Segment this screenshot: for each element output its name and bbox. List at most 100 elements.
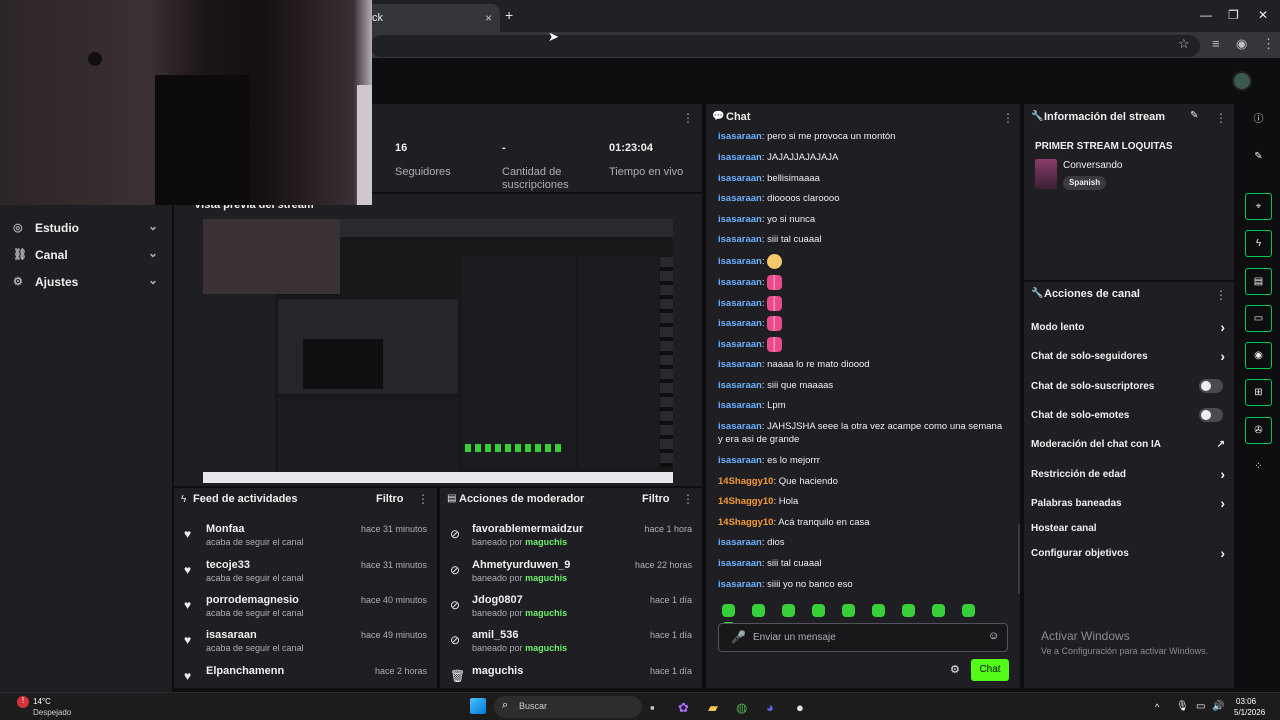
- new-tab-button[interactable]: +: [505, 7, 513, 23]
- chat-scrollbar[interactable]: [1018, 524, 1020, 594]
- chat-username[interactable]: 14Shaggy10: [718, 517, 773, 528]
- pencil-icon[interactable]: ✎: [1245, 144, 1272, 171]
- bookmark-star-icon[interactable]: ☆: [1178, 36, 1190, 52]
- sidebar-item-estudio[interactable]: ◎ Estudio ⌄: [0, 215, 172, 242]
- moderator-name[interactable]: maguchis: [525, 643, 567, 653]
- list-item[interactable]: ♥ tecoje33 acaba de seguir el canal hace…: [174, 559, 437, 589]
- microphone-icon[interactable]: 🎤: [731, 630, 746, 644]
- network-icon[interactable]: ▭: [1196, 701, 1205, 712]
- chat-username[interactable]: isasaraan: [718, 339, 762, 350]
- address-bar[interactable]: [370, 35, 1200, 57]
- taskbar-search-box[interactable]: ⌕ Buscar: [494, 696, 642, 718]
- emote-button[interactable]: [812, 604, 825, 617]
- chat-input[interactable]: 🎤 Enviar un mensaje ☺: [718, 623, 1008, 652]
- more-options-icon[interactable]: ⋮: [682, 111, 694, 125]
- chat-username[interactable]: isasaraan: [718, 173, 762, 184]
- activity-filter-button[interactable]: Filtro: [376, 493, 404, 505]
- chat-username[interactable]: isasaraan: [718, 359, 762, 370]
- stream-preview-video[interactable]: [203, 219, 673, 483]
- microphone-tray-icon[interactable]: 🎙: [1176, 701, 1189, 712]
- list-item[interactable]: 🗑 maguchis hace 1 día: [440, 665, 702, 688]
- document-icon[interactable]: ▤: [1245, 268, 1272, 295]
- browser-tab[interactable]: ck ×: [360, 4, 500, 32]
- more-options-icon[interactable]: ⋮: [417, 492, 429, 506]
- list-item[interactable]: ♥ Monfaa acaba de seguir el canal hace 3…: [174, 523, 437, 553]
- chat-username[interactable]: isasaraan: [718, 214, 762, 225]
- close-window-button[interactable]: ✕: [1258, 8, 1268, 22]
- obs-icon[interactable]: ●: [796, 700, 804, 715]
- avatar[interactable]: [1232, 71, 1252, 91]
- moderator-name[interactable]: maguchis: [525, 608, 567, 618]
- chat-username[interactable]: isasaraan: [718, 380, 762, 391]
- chat-username[interactable]: isasaraan: [718, 318, 762, 329]
- volume-icon[interactable]: 🔊: [1212, 701, 1224, 712]
- tab-close-icon[interactable]: ×: [485, 11, 492, 25]
- chat-bubble-icon[interactable]: ▭: [1245, 305, 1272, 332]
- emote-button[interactable]: [932, 604, 945, 617]
- chat-username[interactable]: isasaraan: [718, 455, 762, 466]
- action-age-restriction[interactable]: Restricción de edad ›: [1031, 466, 1231, 482]
- chat-username[interactable]: isasaraan: [718, 558, 762, 569]
- weather-alert-icon[interactable]: !: [17, 696, 29, 708]
- emote-button[interactable]: [872, 604, 885, 617]
- emote-button[interactable]: [902, 604, 915, 617]
- lightning-icon[interactable]: ϟ: [1245, 230, 1272, 257]
- reading-list-icon[interactable]: ≡: [1212, 36, 1220, 51]
- maximize-button[interactable]: ❐: [1228, 8, 1239, 22]
- more-options-icon[interactable]: ⋮: [1215, 288, 1227, 302]
- stream-category[interactable]: Conversando: [1063, 160, 1122, 171]
- chat-settings-gear-icon[interactable]: ⚙: [950, 663, 960, 676]
- discord-icon[interactable]: ◕: [766, 700, 774, 715]
- sidebar-item-canal[interactable]: ⛓ Canal ⌄: [0, 242, 172, 269]
- moderator-name[interactable]: maguchis: [525, 537, 567, 547]
- mod-tools-icon[interactable]: ⊞: [1245, 379, 1272, 406]
- chat-username[interactable]: isasaraan: [718, 421, 762, 432]
- chat-username[interactable]: 14Shaggy10: [718, 476, 773, 487]
- info-icon[interactable]: ⓘ: [1245, 107, 1272, 134]
- action-host-channel[interactable]: Hostear canal: [1031, 523, 1231, 534]
- browser-menu-icon[interactable]: ⋮: [1262, 36, 1275, 52]
- chat-username[interactable]: isasaraan: [718, 193, 762, 204]
- emotes-only-toggle[interactable]: [1199, 408, 1223, 422]
- list-item[interactable]: ⊘ amil_536 baneado por maguchis hace 1 d…: [440, 629, 702, 659]
- list-item[interactable]: ⊘ Jdog0807 baneado por maguchis hace 1 d…: [440, 594, 702, 624]
- emote-button[interactable]: [842, 604, 855, 617]
- moderator-name[interactable]: maguchis: [525, 573, 567, 583]
- chat-username[interactable]: isasaraan: [718, 400, 762, 411]
- taskbar-time[interactable]: 03:06: [1236, 697, 1256, 706]
- subscribers-only-toggle[interactable]: [1199, 379, 1223, 393]
- action-slow-mode[interactable]: Modo lento ›: [1031, 319, 1231, 335]
- chat-username[interactable]: isasaraan: [718, 131, 762, 142]
- more-options-icon[interactable]: ⋮: [1215, 111, 1227, 125]
- tray-chevron-icon[interactable]: ^: [1155, 702, 1159, 712]
- chat-username[interactable]: isasaraan: [718, 277, 762, 288]
- list-item[interactable]: ⊘ favorablemermaidzur baneado por maguch…: [440, 523, 702, 553]
- more-options-icon[interactable]: ⋮: [682, 492, 694, 506]
- chat-send-button[interactable]: Chat: [971, 659, 1009, 681]
- profile-icon[interactable]: ◉: [1236, 36, 1247, 52]
- chat-username[interactable]: isasaraan: [718, 234, 762, 245]
- windows-start-icon[interactable]: [470, 698, 486, 714]
- mod-filter-button[interactable]: Filtro: [642, 493, 670, 505]
- emote-button[interactable]: [752, 604, 765, 617]
- chat-username[interactable]: isasaraan: [718, 537, 762, 548]
- list-item[interactable]: ⊘ Ahmetyurduwen_9 baneado por maguchis h…: [440, 559, 702, 589]
- broadcast-icon[interactable]: ◉: [1245, 342, 1272, 369]
- emote-button[interactable]: [722, 604, 735, 617]
- copilot-icon[interactable]: ✿: [678, 700, 689, 716]
- file-explorer-icon[interactable]: ▰: [708, 700, 718, 716]
- focus-icon[interactable]: ⌖: [1245, 193, 1272, 220]
- emote-button[interactable]: [782, 604, 795, 617]
- sidebar-item-ajustes[interactable]: ⚙ Ajustes ⌄: [0, 269, 172, 296]
- chrome-icon[interactable]: ◍: [736, 700, 747, 716]
- category-thumbnail[interactable]: [1035, 159, 1057, 189]
- task-view-icon[interactable]: ▪: [650, 700, 655, 715]
- action-configure-goals[interactable]: Configurar objetivos ›: [1031, 545, 1231, 561]
- chat-username[interactable]: isasaraan: [718, 256, 762, 267]
- list-item[interactable]: ♥ Elpanchamenn hace 2 horas: [174, 665, 437, 688]
- chat-username[interactable]: isasaraan: [718, 579, 762, 590]
- wrench-icon[interactable]: ✇: [1245, 417, 1272, 444]
- add-widget-icon[interactable]: ⁘: [1245, 454, 1272, 481]
- list-item[interactable]: ♥ porrodemagnesio acaba de seguir el can…: [174, 594, 437, 624]
- emoji-icon[interactable]: ☺: [988, 630, 999, 642]
